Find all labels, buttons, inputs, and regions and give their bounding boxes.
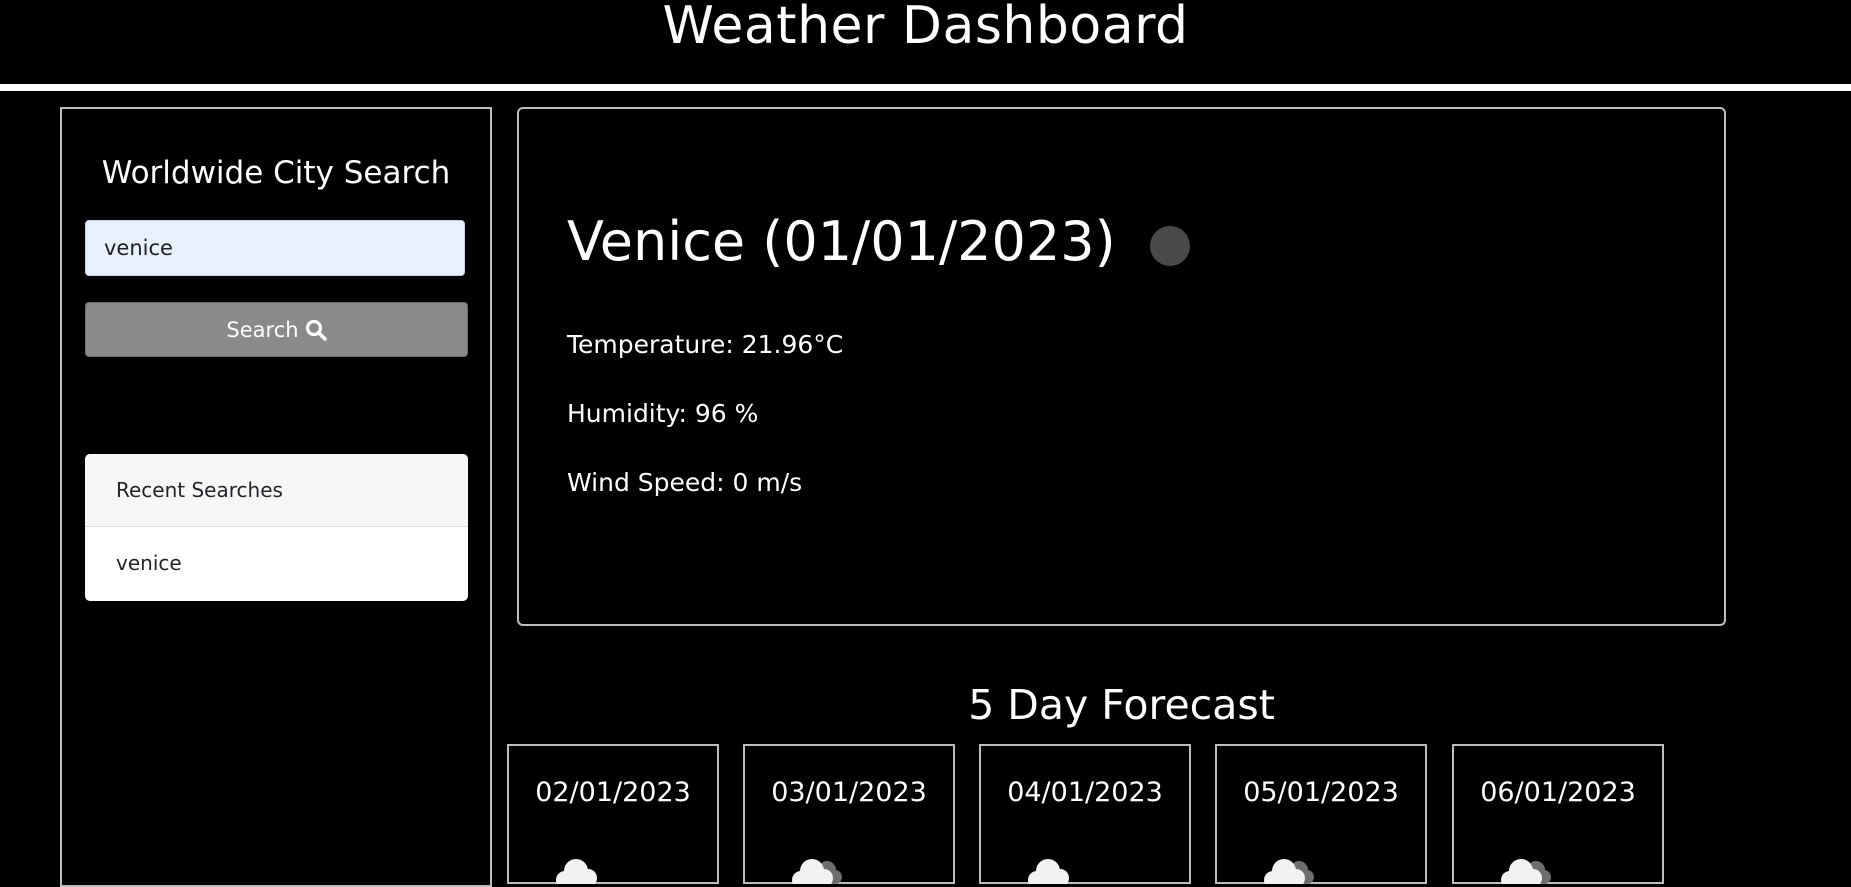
forecast-title: 5 Day Forecast [968, 681, 1275, 729]
clouds-icon [792, 859, 842, 884]
header-divider [0, 84, 1851, 91]
forecast-date: 02/01/2023 [535, 777, 691, 808]
current-weather-heading: Venice (01/01/2023) [567, 207, 1190, 277]
forecast-card: 04/01/2023 [979, 744, 1191, 884]
search-icon [305, 319, 327, 341]
app-header: Weather Dashboard [0, 0, 1851, 84]
weather-icon [1149, 226, 1190, 266]
forecast-card: 06/01/2023 [1452, 744, 1664, 884]
sidebar-title: Worldwide City Search [101, 155, 451, 191]
forecast-card: 03/01/2023 [743, 744, 955, 884]
forecast-date: 04/01/2023 [1007, 777, 1163, 808]
forecast-date: 05/01/2023 [1243, 777, 1399, 808]
clouds-icon [1501, 859, 1551, 884]
cloud-icon [556, 859, 597, 884]
city-date-title: Venice (01/01/2023) [567, 210, 1116, 273]
search-button-label: Search [226, 317, 299, 342]
city-search-input[interactable] [85, 220, 465, 276]
forecast-card: 02/01/2023 [507, 744, 719, 884]
recent-search-item[interactable]: venice [85, 527, 468, 600]
forecast-date: 06/01/2023 [1480, 777, 1636, 808]
page-title: Weather Dashboard [662, 0, 1189, 56]
humidity-text: Humidity: 96 % [567, 399, 759, 428]
current-weather-card: Venice (01/01/2023) Temperature: 21.96°C… [517, 107, 1726, 626]
recent-searches-header: Recent Searches [85, 454, 468, 527]
search-sidebar: Worldwide City Search Search Recent Sear… [60, 107, 492, 887]
cloud-icon [1028, 859, 1069, 884]
forecast-date: 03/01/2023 [771, 777, 927, 808]
temperature-text: Temperature: 21.96°C [567, 330, 844, 359]
search-button[interactable]: Search [85, 302, 468, 357]
wind-speed-text: Wind Speed: 0 m/s [567, 468, 803, 497]
recent-searches-list: Recent Searches venice [85, 454, 468, 601]
forecast-card: 05/01/2023 [1215, 744, 1427, 884]
clouds-icon [1264, 859, 1314, 884]
